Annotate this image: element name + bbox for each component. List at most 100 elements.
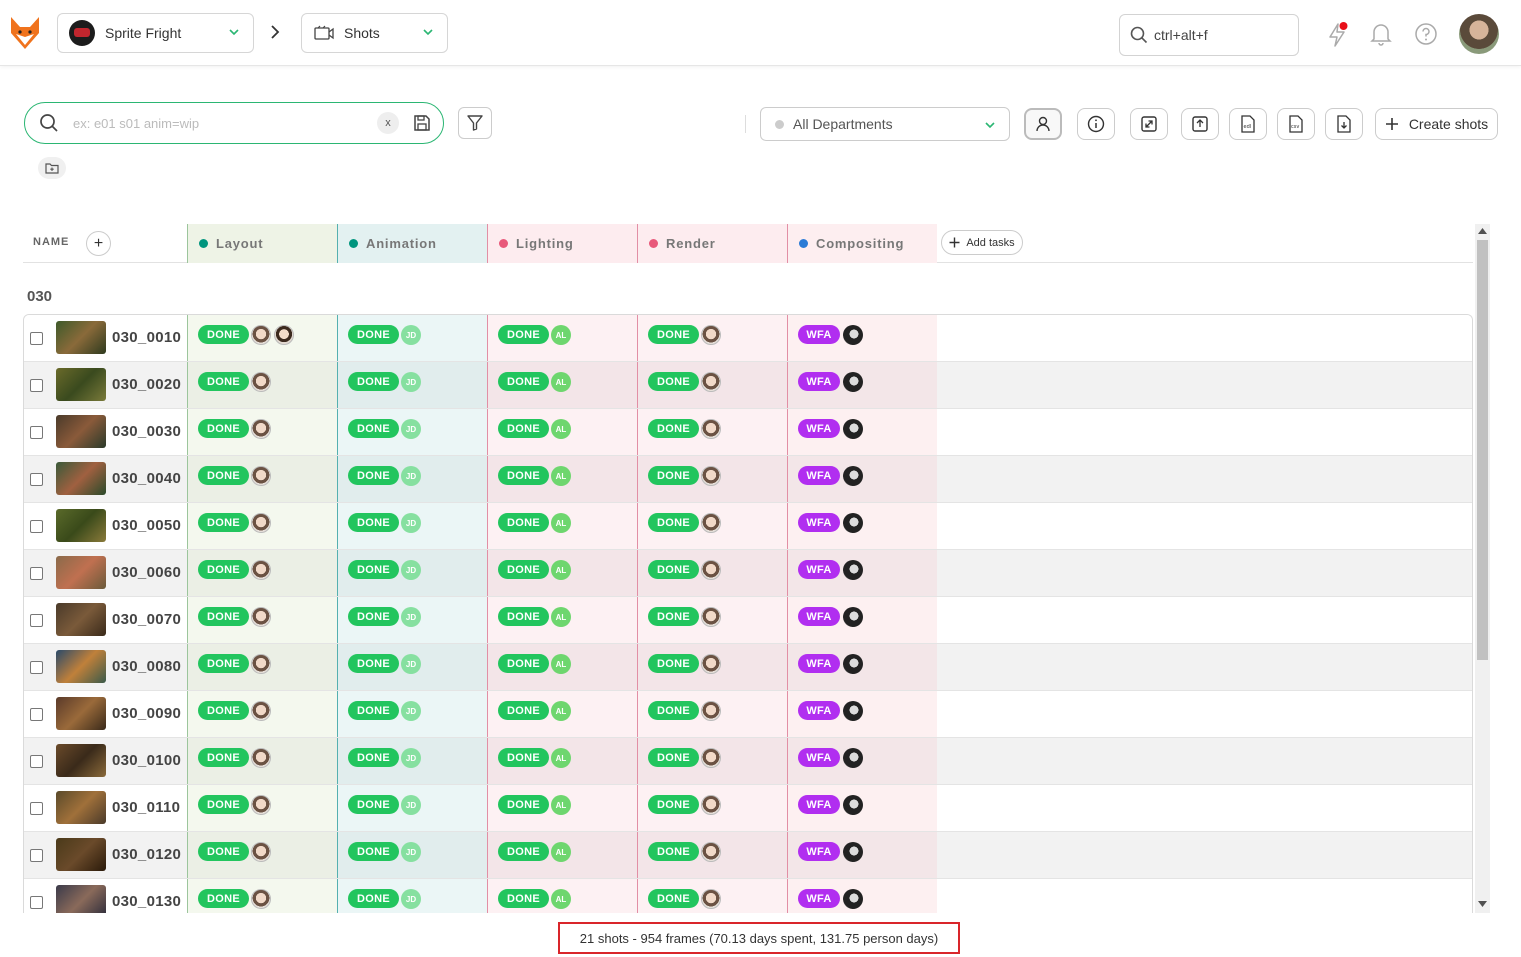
shot-name[interactable]: 030_0010 [112,329,181,346]
task-status-badge[interactable]: DONE [498,701,549,720]
task-cell-animation[interactable]: DONE JD [337,456,487,502]
task-cell-render[interactable]: DONE [637,315,787,361]
task-cell-layout[interactable]: DONE [187,644,337,690]
task-cell-lighting[interactable]: DONE AL [487,879,637,913]
import-csv-button[interactable]: csv [1277,108,1315,140]
row-checkbox[interactable] [30,708,43,721]
table-row[interactable]: 030_0110 DONE DONE JD DONE AL DONE WFA [24,785,1472,832]
task-cell-layout[interactable]: DONE [187,597,337,643]
task-status-badge[interactable]: WFA [798,795,840,814]
task-cell-render[interactable]: DONE [637,879,787,913]
news-lightning-icon[interactable] [1325,20,1351,48]
task-column-header[interactable]: Render [637,224,787,263]
export-button[interactable] [1325,108,1363,140]
department-select[interactable]: All Departments [760,107,1010,141]
task-cell-layout[interactable]: DONE [187,832,337,878]
task-cell-layout[interactable]: DONE [187,362,337,408]
task-status-badge[interactable]: DONE [648,795,699,814]
task-cell-layout[interactable]: DONE [187,456,337,502]
task-cell-lighting[interactable]: DONE AL [487,691,637,737]
add-search-folder-button[interactable] [38,157,66,179]
task-status-badge[interactable]: DONE [348,795,399,814]
shot-thumbnail[interactable] [56,603,106,636]
task-status-badge[interactable]: DONE [348,372,399,391]
row-checkbox[interactable] [30,332,43,345]
task-cell-animation[interactable]: DONE JD [337,597,487,643]
shot-name[interactable]: 030_0110 [112,799,180,816]
shot-name[interactable]: 030_0130 [112,893,181,910]
task-cell-render[interactable]: DONE [637,785,787,831]
row-checkbox[interactable] [30,520,43,533]
section-select[interactable]: Shots [301,13,448,53]
task-cell-animation[interactable]: DONE JD [337,879,487,913]
table-row[interactable]: 030_0090 DONE DONE JD DONE AL DONE WFA [24,691,1472,738]
task-cell-layout[interactable]: DONE [187,785,337,831]
kitsu-logo-icon[interactable] [8,15,42,51]
shot-name[interactable]: 030_0020 [112,376,181,393]
task-status-badge[interactable]: DONE [198,560,249,579]
task-status-badge[interactable]: WFA [798,701,840,720]
task-status-badge[interactable]: DONE [498,466,549,485]
clear-search-button[interactable]: x [377,112,399,134]
task-status-badge[interactable]: DONE [648,701,699,720]
task-cell-layout[interactable]: DONE [187,409,337,455]
task-status-badge[interactable]: DONE [498,419,549,438]
shot-thumbnail[interactable] [56,556,106,589]
add-tasks-button[interactable]: Add tasks [941,230,1023,255]
task-cell-layout[interactable]: DONE [187,738,337,784]
shot-name[interactable]: 030_0060 [112,564,181,581]
task-cell-render[interactable]: DONE [637,409,787,455]
task-cell-lighting[interactable]: DONE AL [487,550,637,596]
task-cell-animation[interactable]: DONE JD [337,738,487,784]
create-shots-button[interactable]: Create shots [1375,108,1498,140]
shot-name[interactable]: 030_0040 [112,470,181,487]
task-cell-render[interactable]: DONE [637,362,787,408]
task-cell-animation[interactable]: DONE JD [337,409,487,455]
shot-thumbnail[interactable] [56,415,106,448]
task-cell-layout[interactable]: DONE [187,315,337,361]
row-checkbox[interactable] [30,614,43,627]
task-status-badge[interactable]: DONE [348,325,399,344]
scrollbar-thumb[interactable] [1477,240,1488,660]
task-cell-render[interactable]: DONE [637,597,787,643]
table-row[interactable]: 030_0020 DONE DONE JD DONE AL DONE WFA [24,362,1472,409]
task-cell-compositing[interactable]: WFA [787,503,937,549]
shot-thumbnail[interactable] [56,368,106,401]
task-cell-compositing[interactable]: WFA [787,409,937,455]
shot-name[interactable]: 030_0080 [112,658,181,675]
task-column-header[interactable]: Animation [337,224,487,263]
task-status-badge[interactable]: WFA [798,325,840,344]
filter-builder-button[interactable] [458,107,492,139]
task-status-badge[interactable]: DONE [498,795,549,814]
task-status-badge[interactable]: DONE [648,466,699,485]
task-status-badge[interactable]: DONE [198,701,249,720]
task-status-badge[interactable]: DONE [498,889,549,908]
task-status-badge[interactable]: DONE [348,748,399,767]
save-search-icon[interactable] [413,114,431,132]
task-cell-animation[interactable]: DONE JD [337,550,487,596]
row-checkbox[interactable] [30,379,43,392]
task-status-badge[interactable]: WFA [798,466,840,485]
shot-name[interactable]: 030_0090 [112,705,181,722]
task-status-badge[interactable]: DONE [498,654,549,673]
import-edl-button[interactable]: edl [1229,108,1267,140]
task-status-badge[interactable]: DONE [648,889,699,908]
shot-name[interactable]: 030_0120 [112,846,181,863]
task-status-badge[interactable]: DONE [498,607,549,626]
user-avatar[interactable] [1459,14,1499,54]
task-cell-lighting[interactable]: DONE AL [487,832,637,878]
task-cell-compositing[interactable]: WFA [787,691,937,737]
shot-thumbnail[interactable] [56,838,106,871]
task-status-badge[interactable]: DONE [198,419,249,438]
table-row[interactable]: 030_0010 DONE DONE JD DONE AL DONE WFA [24,315,1472,362]
task-status-badge[interactable]: DONE [648,372,699,391]
row-checkbox[interactable] [30,849,43,862]
task-cell-lighting[interactable]: DONE AL [487,315,637,361]
task-cell-lighting[interactable]: DONE AL [487,503,637,549]
task-cell-compositing[interactable]: WFA [787,362,937,408]
task-cell-animation[interactable]: DONE JD [337,362,487,408]
import-thumbnails-button[interactable] [1181,108,1219,140]
table-row[interactable]: 030_0130 DONE DONE JD DONE AL DONE WFA [24,879,1472,913]
task-status-badge[interactable]: DONE [348,889,399,908]
task-cell-render[interactable]: DONE [637,644,787,690]
